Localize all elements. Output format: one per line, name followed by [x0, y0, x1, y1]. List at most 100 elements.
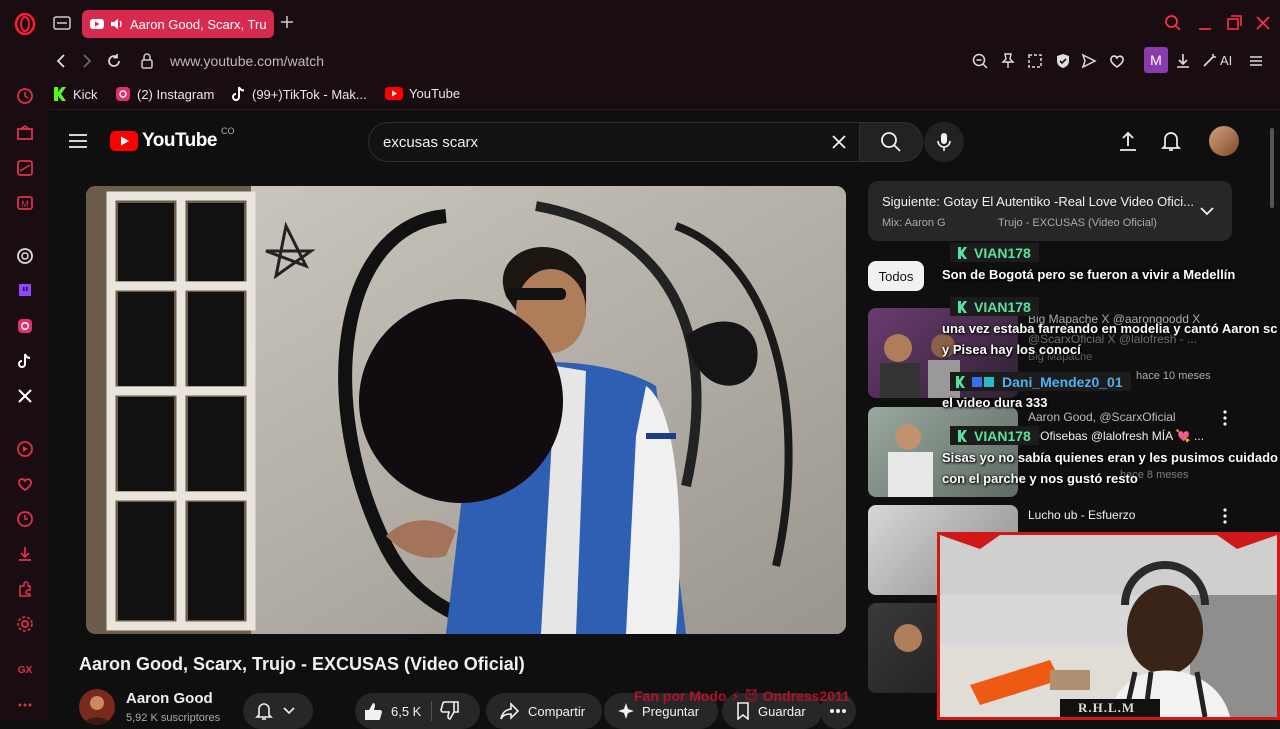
minimize-icon[interactable] — [1196, 14, 1214, 32]
chat-message: Son de Bogotá pero se fueron a vivir a M… — [942, 267, 1236, 282]
bookmark-label: (99+)TikTok - Mak... — [252, 86, 367, 102]
gx-icon[interactable]: GX — [14, 658, 36, 680]
subscriber-count: 5,92 K suscriptores — [126, 712, 221, 724]
tiktok-icon[interactable] — [14, 350, 36, 372]
active-tab[interactable]: Aaron Good, Scarx, Tru — [82, 10, 274, 38]
downloads-icon[interactable] — [14, 543, 36, 565]
chat-username: Dani_Mendez0_01 — [950, 372, 1131, 391]
bookmark-instagram[interactable]: (2) Instagram — [115, 86, 214, 102]
chatgpt-icon[interactable] — [14, 245, 36, 267]
search-button[interactable] — [859, 122, 923, 162]
playlist-next-panel[interactable]: Siguiente: Gotay El Autentiko -Real Love… — [868, 181, 1232, 241]
menu-icon[interactable] — [68, 132, 88, 150]
back-icon[interactable] — [52, 52, 70, 70]
instagram-icon[interactable] — [14, 315, 36, 337]
speaker-icon[interactable] — [110, 18, 124, 30]
video-frame — [86, 186, 846, 634]
youtube-favicon-icon — [90, 19, 104, 29]
easy-setup-icon[interactable] — [1247, 52, 1265, 70]
youtube-logo[interactable]: YouTube CO — [110, 126, 234, 152]
bookmark-youtube[interactable]: YouTube — [385, 86, 460, 101]
video-player[interactable] — [86, 186, 846, 634]
extensions-icon[interactable] — [14, 578, 36, 600]
tiktok-icon — [232, 86, 246, 102]
clear-search-icon[interactable] — [830, 133, 848, 151]
chat-username-text: VIAN178 — [974, 427, 1031, 444]
kick-icon — [53, 86, 67, 102]
bookmark-kick[interactable]: Kick — [53, 86, 98, 102]
ask-label: Preguntar — [642, 703, 700, 719]
expand-chevron-icon[interactable] — [1200, 207, 1214, 216]
flow-icon[interactable] — [14, 157, 36, 179]
opera-sidebar: M GX — [0, 0, 50, 720]
close-window-icon[interactable] — [1254, 14, 1272, 32]
pin-icon[interactable] — [999, 52, 1017, 70]
page-scrollbar[interactable] — [1270, 128, 1274, 208]
sparkle-icon — [618, 703, 634, 719]
kick-badge-icon — [958, 246, 968, 259]
chat-username-text: Dani_Mendez0_01 — [1002, 373, 1123, 390]
webcam-overlay: R.H.L.M — [937, 532, 1280, 720]
like-dislike-group: 6,5 K — [355, 693, 480, 729]
more-icon[interactable] — [14, 694, 36, 716]
lock-icon[interactable] — [139, 52, 155, 70]
youtube-icon — [385, 87, 403, 100]
search-tabs-icon[interactable] — [1164, 14, 1182, 32]
svg-text:GX: GX — [18, 665, 33, 676]
download-icon[interactable] — [1174, 52, 1192, 70]
bookmark-tiktok[interactable]: (99+)TikTok - Mak... — [232, 86, 367, 102]
bookmark-heart-icon[interactable] — [1108, 52, 1126, 70]
kick-badge-icon — [958, 300, 968, 313]
x-twitter-icon[interactable] — [14, 385, 36, 407]
reload-icon[interactable] — [105, 52, 123, 70]
new-tab-icon[interactable] — [279, 14, 295, 30]
zoom-out-icon[interactable] — [971, 52, 989, 70]
chat-username-text: VIAN178 — [974, 298, 1031, 315]
like-button[interactable]: 6,5 K — [363, 701, 433, 721]
vpn-shield-icon[interactable] — [1054, 52, 1072, 70]
url-field[interactable]: www.youtube.com/watch — [170, 53, 324, 69]
recommendation-title[interactable]: Aaron Good, @ScarxOficial — [1028, 410, 1176, 424]
bookmark-label: Kick — [73, 86, 98, 102]
recommendation-title[interactable]: Lucho ub - Esfuerzo — [1028, 508, 1135, 522]
twitch-icon[interactable] — [14, 280, 36, 302]
notifications-bell-icon[interactable] — [1161, 130, 1181, 152]
subscribed-button[interactable] — [243, 693, 313, 729]
player-icon[interactable] — [14, 438, 36, 460]
chat-message: el video dura 333 — [942, 395, 1048, 410]
search-icon — [880, 131, 902, 153]
send-icon[interactable] — [1080, 52, 1098, 70]
avatar[interactable] — [1209, 126, 1239, 156]
opera-logo-icon[interactable] — [14, 13, 36, 35]
aria-icon[interactable] — [14, 85, 36, 107]
settings-icon[interactable] — [14, 613, 36, 635]
more-vertical-icon[interactable] — [1222, 508, 1228, 524]
share-button[interactable]: Compartir — [486, 693, 602, 729]
forward-icon[interactable] — [78, 52, 96, 70]
mix-suffix: Trujo - EXCUSAS (Video Oficial) — [998, 217, 1157, 229]
video-title: Aaron Good, Scarx, Trujo - EXCUSAS (Vide… — [79, 654, 525, 674]
bell-icon — [255, 701, 273, 721]
workspace-icon[interactable] — [14, 122, 36, 144]
search-input[interactable]: excusas scarx — [368, 122, 860, 162]
voice-search-button[interactable] — [924, 122, 964, 162]
dislike-button[interactable] — [440, 701, 460, 721]
next-video-label: Siguiente: Gotay El Autentiko -Real Love… — [882, 194, 1194, 209]
maximize-icon[interactable] — [1225, 14, 1243, 32]
chat-message: y Pisea hay los conocí — [942, 342, 1081, 357]
filter-chip-all[interactable]: Todos — [868, 261, 924, 291]
history-icon[interactable] — [14, 508, 36, 530]
share-icon — [500, 702, 520, 720]
snapshot-icon[interactable] — [1026, 52, 1044, 70]
tabs-menu-icon[interactable] — [52, 14, 72, 32]
search-query: excusas scarx — [383, 133, 479, 151]
ai-button[interactable]: AI — [1202, 52, 1232, 68]
chat-username: VIAN178 — [950, 426, 1039, 445]
extension-badge[interactable]: M — [1144, 47, 1168, 73]
heart-icon[interactable] — [14, 473, 36, 495]
more-vertical-icon[interactable] — [1222, 410, 1228, 426]
chevron-down-icon — [283, 707, 295, 715]
upload-icon[interactable] — [1118, 130, 1138, 152]
channel-name[interactable]: Aaron Good — [126, 690, 213, 707]
gmail-icon[interactable]: M — [14, 192, 36, 214]
